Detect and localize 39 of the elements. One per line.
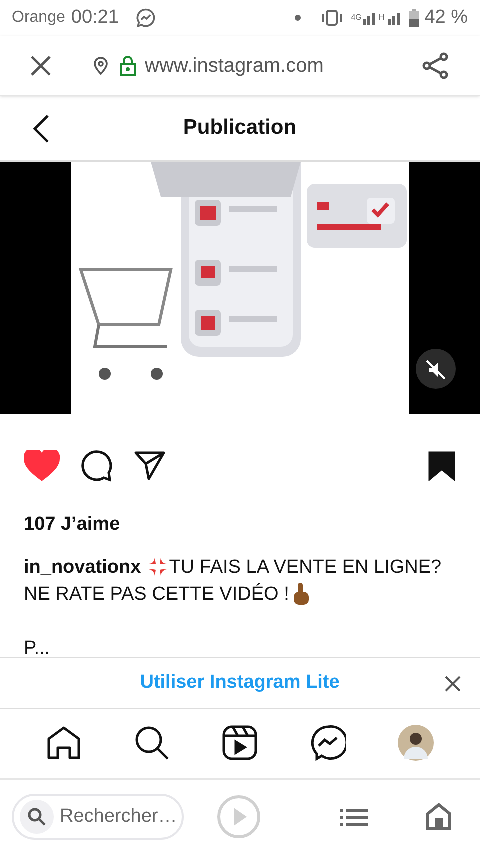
url-text[interactable]: www.instagram.com (145, 50, 324, 80)
list-icon[interactable] (340, 808, 368, 826)
caption-text: TU FAIS LA VENTE EN LIGNE? (169, 556, 442, 580)
messenger-icon[interactable] (310, 725, 346, 761)
network-label: 4G (351, 14, 362, 22)
search-placeholder: Rechercher… (60, 804, 178, 829)
carrier: Orange (12, 8, 66, 28)
battery-level: 42 % (424, 6, 468, 30)
bookmark-icon[interactable] (428, 451, 456, 481)
send-icon[interactable] (134, 451, 166, 481)
search-icon (28, 808, 46, 826)
close-icon[interactable] (30, 54, 52, 76)
chat-bubble-icon (134, 7, 157, 29)
reels-icon[interactable] (222, 725, 258, 761)
search-icon[interactable] (134, 725, 170, 761)
dot-icon (295, 15, 302, 21)
back-icon[interactable] (32, 114, 50, 144)
caption-more: P... (24, 636, 52, 660)
close-icon[interactable] (445, 676, 461, 692)
username[interactable]: in_novationx (24, 554, 142, 580)
caption-text: NE RATE PAS CETTE VIDÉO ! (24, 582, 290, 606)
mute-button[interactable] (416, 349, 456, 389)
share-icon[interactable] (422, 52, 450, 80)
lock-icon (120, 56, 136, 76)
signal-icon (386, 11, 401, 25)
vibrate-icon (321, 10, 344, 26)
pointing-hand-icon (291, 582, 312, 606)
location-pin-icon (94, 56, 108, 74)
heart-icon[interactable] (24, 450, 60, 482)
network-label: H (378, 14, 385, 22)
search-field[interactable]: Rechercher… (12, 794, 184, 840)
clock: 00:21 (71, 6, 119, 30)
like-count: 107 J’aime (24, 514, 120, 535)
avatar[interactable] (398, 725, 434, 761)
comment-icon[interactable] (80, 449, 114, 483)
home-icon[interactable] (46, 725, 82, 761)
page-title: Publication (183, 115, 297, 142)
signal-icon (362, 11, 376, 25)
battery-icon (408, 9, 419, 27)
